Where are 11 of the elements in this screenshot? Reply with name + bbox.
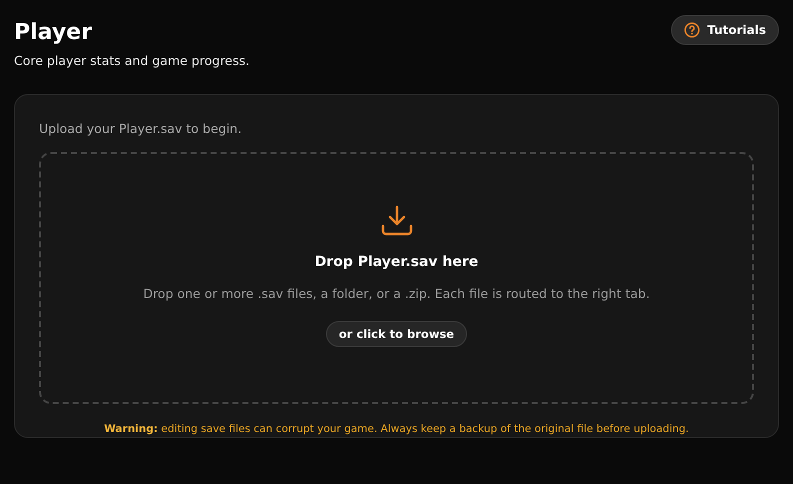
upload-prompt: Upload your Player.sav to begin.: [39, 121, 243, 136]
drop-zone[interactable]: Drop Player.sav here Drop one or more .sav files, a folder, or a .zip. Each file is routed to the right tab. or click to browse: [39, 152, 754, 404]
download-icon: [380, 204, 414, 238]
warning-text: Warning: editing save files can corrupt your game. Always keep a backup of the original file before uploading.: [103, 423, 690, 435]
tutorials-button[interactable]: Tutorials: [671, 15, 779, 45]
help-icon: [684, 22, 700, 38]
drop-description: Drop one or more .sav files, a folder, or a .zip. Each file is routed to the right tab.: [143, 286, 650, 301]
drop-title: Drop Player.sav here: [314, 254, 478, 270]
page-title: Player: [14, 19, 93, 47]
page-subtitle: Core player stats and game progress.: [14, 53, 250, 68]
browse-button[interactable]: or click to browse: [326, 321, 468, 347]
